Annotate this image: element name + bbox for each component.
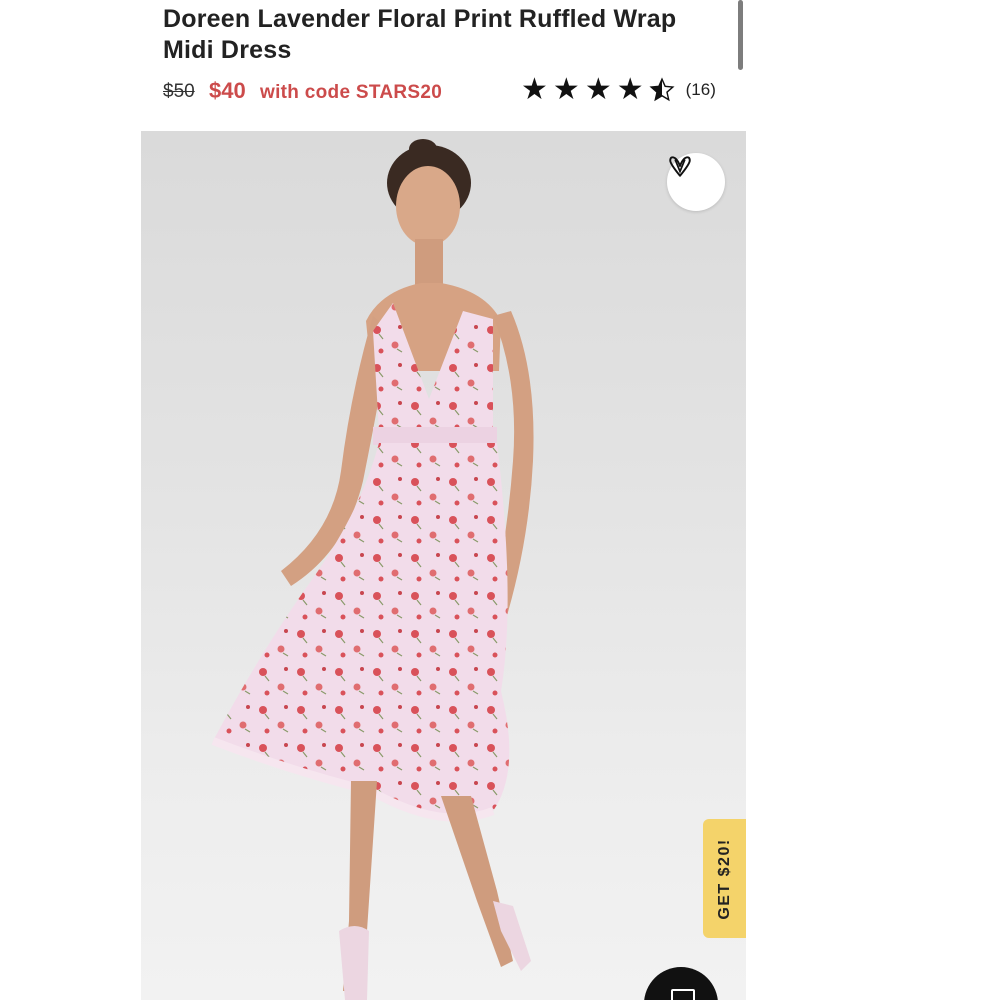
scrollbar[interactable] — [738, 0, 743, 70]
get-20-promo-tab[interactable]: GET $20! — [703, 819, 746, 938]
promo-tab-label: GET $20! — [715, 837, 733, 920]
sale-price: $40 — [209, 78, 246, 103]
model-illustration — [211, 139, 534, 1000]
product-photo[interactable]: GET $20! — [141, 131, 746, 1000]
heart-v-icon — [669, 156, 691, 177]
product-page: Doreen Lavender Floral Print Ruffled Wra… — [0, 0, 1000, 1000]
chat-icon — [671, 989, 695, 1000]
original-price: $50 — [163, 81, 195, 102]
star-rating[interactable]: ★ ★ ★ ★ (16) — [521, 75, 716, 105]
star-full-icon: ★ — [552, 72, 580, 107]
wishlist-button[interactable] — [667, 153, 725, 211]
promo-code-text: with code STARS20 — [260, 82, 443, 103]
star-full-icon: ★ — [616, 72, 644, 107]
product-title: Doreen Lavender Floral Print Ruffled Wra… — [163, 5, 677, 64]
star-full-icon: ★ — [521, 72, 548, 107]
review-count[interactable]: (16) — [686, 80, 716, 100]
star-full-icon: ★ — [584, 72, 612, 107]
price-row: $50 $40 with code STARS20 ★ ★ ★ ★ (16) — [163, 75, 743, 110]
star-half-icon — [649, 77, 675, 103]
